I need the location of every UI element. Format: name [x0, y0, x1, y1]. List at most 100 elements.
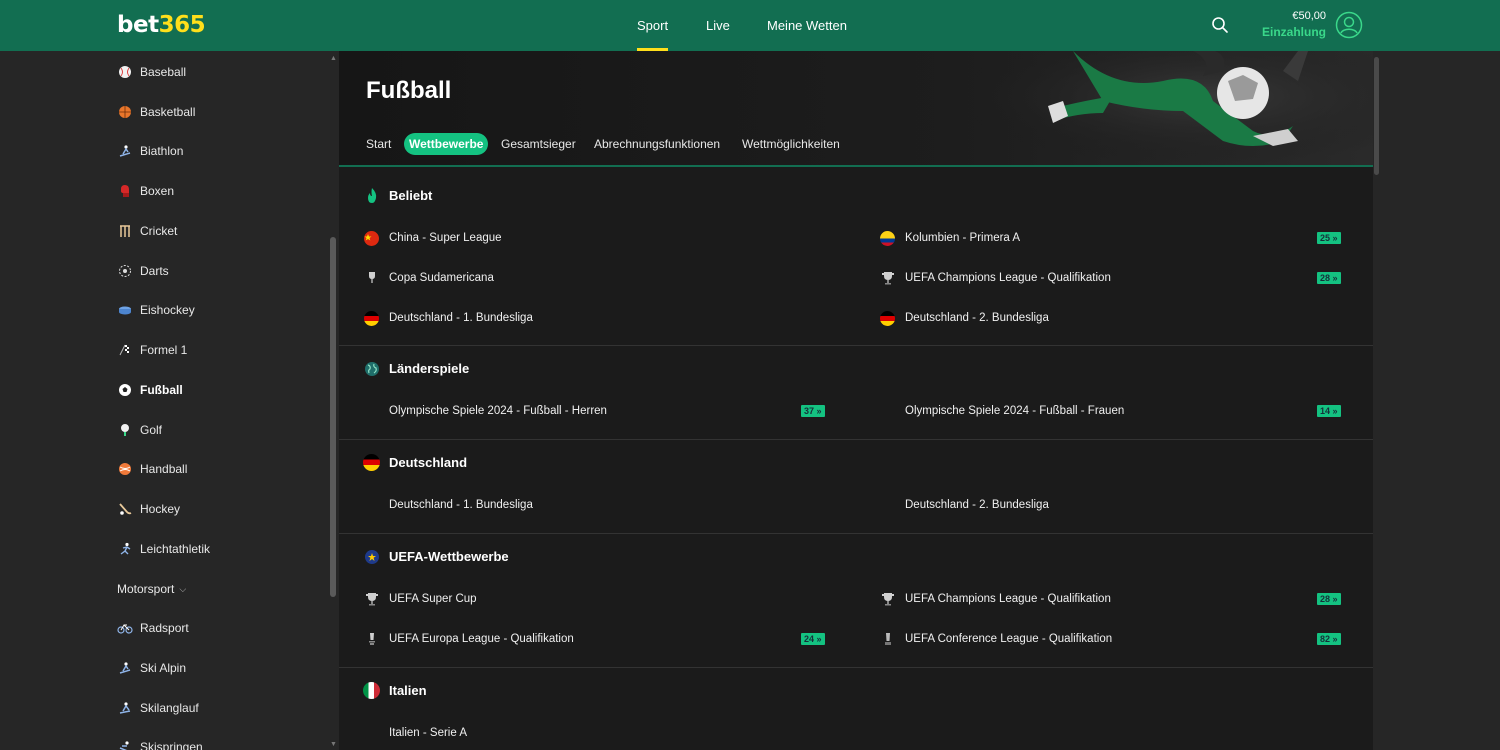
competition-label: UEFA Europa League - Qualifikation [389, 633, 574, 645]
competition-link[interactable]: UEFA Champions League - Qualifikation [880, 590, 1111, 608]
tab-settlement-functions[interactable]: Abrechnungsfunktionen [589, 133, 725, 155]
sidebar-item-label: Leichtathletik [140, 542, 211, 556]
top-navigation-bar: bet365 Sport Live Meine Wetten €50,00 Ei… [0, 0, 1500, 51]
sidebar-item-ski-jumping[interactable]: Skispringen [117, 737, 203, 750]
competition-link[interactable]: UEFA Champions League - Qualifikation [880, 269, 1111, 287]
sports-sidebar: ▲ ▼ Baseball Basketball Biathlon Boxen C… [0, 51, 338, 750]
sidebar-item-label: Handball [140, 462, 188, 476]
market-count-badge[interactable]: 28 » [1317, 272, 1341, 284]
germany-flag-icon [364, 310, 379, 326]
nav-sport[interactable]: Sport [637, 0, 669, 51]
deposit-link[interactable]: Einzahlung [1262, 25, 1326, 39]
section-title: UEFA-Wettbewerbe [389, 549, 509, 564]
handball-icon [117, 461, 133, 477]
trophy-icon [364, 271, 379, 286]
darts-icon [117, 263, 133, 279]
sidebar-item-formula1[interactable]: Formel 1 [117, 340, 187, 360]
competition-label: Deutschland - 1. Bundesliga [389, 312, 533, 324]
cycling-icon [117, 620, 133, 636]
competition-link[interactable]: Copa Sudamericana [364, 269, 494, 287]
sidebar-item-label: Hockey [140, 502, 181, 516]
competition-label: China - Super League [389, 232, 502, 244]
nav-live[interactable]: Live [706, 0, 730, 51]
tab-start[interactable]: Start [361, 133, 396, 155]
market-count-badge[interactable]: 25 » [1317, 232, 1341, 244]
competition-label: UEFA Champions League - Qualifikation [905, 593, 1111, 605]
sidebar-item-cycling[interactable]: Radsport [117, 618, 189, 638]
search-icon[interactable] [1211, 16, 1229, 34]
sidebar-item-basketball[interactable]: Basketball [117, 102, 195, 122]
germany-flag-icon [880, 310, 895, 326]
sidebar-item-label: Radsport [140, 621, 189, 635]
competition-link[interactable]: Italien - Serie A [389, 724, 467, 742]
market-count-badge[interactable]: 14 » [1317, 405, 1341, 417]
competition-link[interactable]: Deutschland - 2. Bundesliga [905, 496, 1049, 514]
sidebar-item-darts[interactable]: Darts [117, 261, 169, 281]
sidebar-scroll-down-icon[interactable]: ▼ [330, 741, 337, 748]
sidebar-item-boxing[interactable]: Boxen [117, 181, 174, 201]
sidebar-item-label: Boxen [140, 184, 175, 198]
sidebar-item-golf[interactable]: Golf [117, 420, 162, 440]
nav-my-bets[interactable]: Meine Wetten [767, 0, 847, 51]
competition-label: UEFA Super Cup [389, 593, 477, 605]
sidebar-item-biathlon[interactable]: Biathlon [117, 141, 183, 161]
sidebar-item-label: Skispringen [140, 740, 203, 750]
section-header: Beliebt [363, 187, 432, 204]
user-avatar-icon[interactable] [1335, 11, 1363, 39]
sidebar-scrollbar[interactable] [330, 237, 336, 597]
sidebar-item-cricket[interactable]: Cricket [117, 221, 177, 241]
competition-link[interactable]: Deutschland - 2. Bundesliga [880, 309, 1049, 327]
trophy-icon [364, 632, 379, 647]
tab-outright-winner[interactable]: Gesamtsieger [496, 133, 581, 155]
sidebar-item-label: Cricket [140, 224, 178, 238]
competition-link[interactable]: China - Super League [364, 229, 502, 247]
sidebar-item-ice-hockey[interactable]: Eishockey [117, 300, 195, 320]
cross-country-ski-icon [117, 700, 133, 716]
sidebar-item-label: Baseball [140, 65, 187, 79]
colombia-flag-icon [880, 230, 895, 246]
section-header: Deutschland [363, 454, 467, 471]
market-count-badge[interactable]: 24 » [801, 633, 825, 645]
eu-stars-icon [363, 548, 380, 565]
bet365-logo[interactable]: bet365 [117, 10, 206, 40]
sidebar-scroll-up-icon[interactable]: ▲ [330, 55, 337, 62]
sidebar-item-football[interactable]: Fußball [117, 380, 183, 400]
section-title: Deutschland [389, 455, 468, 470]
section-header: Italien [363, 682, 427, 699]
section-header: Länderspiele [363, 360, 469, 377]
competition-link[interactable]: UEFA Europa League - Qualifikation [364, 630, 574, 648]
market-count-badge[interactable]: 82 » [1317, 633, 1341, 645]
sidebar-item-label: Skilanglauf [140, 701, 199, 715]
sidebar-item-cross-country-ski[interactable]: Skilanglauf [117, 698, 199, 718]
competition-link[interactable]: Olympische Spiele 2024 - Fußball - Herre… [389, 402, 607, 420]
account-balance[interactable]: €50,00 [1292, 10, 1326, 22]
boxing-glove-icon [117, 183, 133, 199]
market-count-badge[interactable]: 28 » [1317, 593, 1341, 605]
sidebar-item-ski-alpine[interactable]: Ski Alpin [117, 658, 186, 678]
sidebar-item-label: Formel 1 [140, 343, 188, 357]
competition-link[interactable]: Kolumbien - Primera A [880, 229, 1020, 247]
market-count-badge[interactable]: 37 » [801, 405, 825, 417]
trophy-icon [880, 592, 895, 607]
sidebar-item-handball[interactable]: Handball [117, 459, 187, 479]
competition-link[interactable]: Deutschland - 1. Bundesliga [364, 309, 533, 327]
section-title: Beliebt [389, 188, 433, 203]
sidebar-item-athletics[interactable]: Leichtathletik [117, 539, 210, 559]
competition-link[interactable]: Deutschland - 1. Bundesliga [389, 496, 533, 514]
competition-label: UEFA Champions League - Qualifikation [905, 272, 1111, 284]
tab-competitions[interactable]: Wettbewerbe [404, 133, 489, 155]
sidebar-item-label: Motorsport [117, 582, 175, 596]
china-flag-icon [364, 230, 379, 246]
competition-link[interactable]: Olympische Spiele 2024 - Fußball - Fraue… [905, 402, 1124, 420]
sidebar-item-baseball[interactable]: Baseball [117, 62, 186, 82]
main-scrollbar[interactable] [1374, 57, 1379, 175]
competition-link[interactable]: UEFA Super Cup [364, 590, 477, 608]
sidebar-item-motorsport[interactable]: Motorsport ⌵ [117, 579, 186, 599]
tab-betting-options[interactable]: Wettmöglichkeiten [737, 133, 845, 155]
competition-link[interactable]: UEFA Conference League - Qualifikation [880, 630, 1112, 648]
sidebar-item-hockey[interactable]: Hockey [117, 499, 180, 519]
sidebar-item-label: Biathlon [140, 144, 184, 158]
chevron-down-icon: ⌵ [179, 583, 187, 594]
sidebar-item-label: Basketball [140, 105, 196, 119]
competition-label: Olympische Spiele 2024 - Fußball - Fraue… [905, 405, 1125, 417]
